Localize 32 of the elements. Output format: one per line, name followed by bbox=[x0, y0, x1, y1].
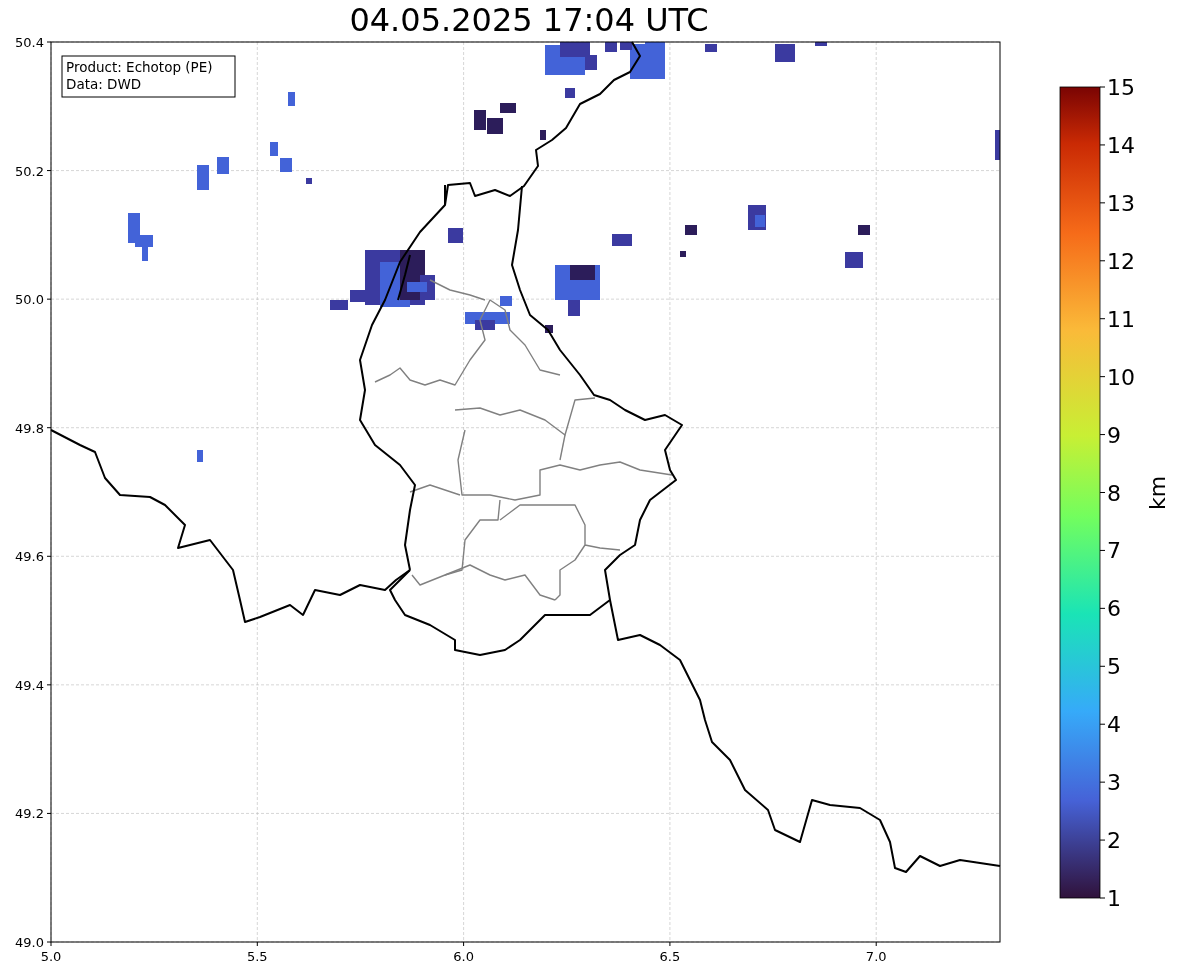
info-text: Data: DWD bbox=[66, 76, 142, 92]
colorbar-tick-label: 13 bbox=[1107, 190, 1135, 216]
colorbar-tick-label: 2 bbox=[1107, 828, 1121, 854]
x-tick-label: 6.5 bbox=[659, 949, 681, 964]
colorbar-tick-label: 8 bbox=[1107, 480, 1121, 506]
colorbar-tick-label: 7 bbox=[1107, 538, 1121, 564]
y-tick-label: 49.6 bbox=[15, 549, 44, 565]
y-tick-label: 49.2 bbox=[15, 806, 44, 822]
y-tick-label: 49.8 bbox=[15, 420, 44, 436]
colorbar-tick-label: 10 bbox=[1107, 364, 1135, 390]
colorbar-tick-label: 9 bbox=[1107, 422, 1121, 448]
x-tick-label: 7.0 bbox=[865, 949, 887, 964]
info-text: Product: Echotop (PE) bbox=[66, 59, 213, 75]
colorbar-tick-label: 11 bbox=[1107, 306, 1135, 332]
y-tick-label: 50.0 bbox=[15, 292, 44, 308]
y-tick-label: 49.0 bbox=[15, 935, 44, 950]
y-tick-label: 50.2 bbox=[15, 163, 44, 179]
y-tick-label: 50.4 bbox=[15, 35, 44, 50]
colorbar-label: km bbox=[1145, 475, 1170, 511]
colorbar-tick-label: 4 bbox=[1107, 712, 1121, 738]
colorbar-tick-label: 6 bbox=[1107, 596, 1121, 622]
colorbar-tick-label: 15 bbox=[1107, 75, 1135, 100]
x-tick-label: 6.0 bbox=[453, 949, 474, 964]
colorbar-tick-label: 12 bbox=[1107, 248, 1135, 274]
chart-title: 04.05.2025 17:04 UTC bbox=[349, 0, 709, 40]
y-tick-label: 49.4 bbox=[15, 677, 44, 693]
x-tick-label: 5.5 bbox=[246, 949, 268, 964]
colorbar-tick-label: 3 bbox=[1107, 770, 1121, 796]
x-tick-label: 5.0 bbox=[40, 949, 62, 964]
colorbar-tick-label: 14 bbox=[1107, 132, 1135, 158]
colorbar-tick-label: 5 bbox=[1107, 654, 1121, 680]
colorbar-tick-label: 1 bbox=[1107, 886, 1121, 911]
